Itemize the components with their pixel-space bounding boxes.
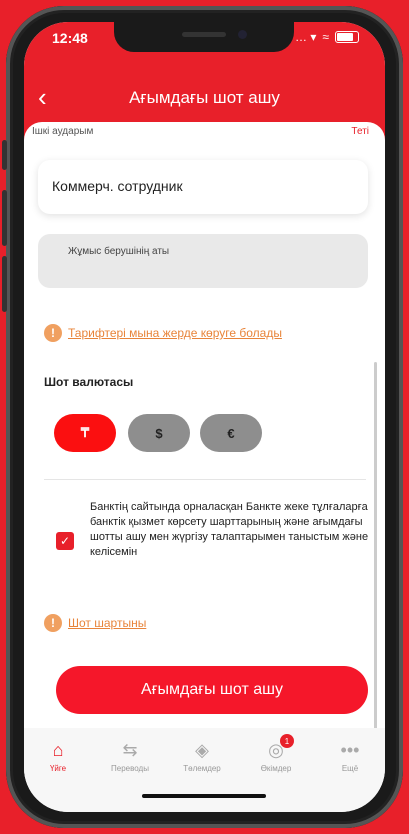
info-icon: ! [44, 324, 62, 342]
tab-more[interactable]: ••• Ещё [320, 738, 380, 773]
currency-dollar-button[interactable]: $ [128, 414, 190, 452]
top-row-left-label: Ішкі аударым [32, 126, 94, 137]
currency-label: Шот валютасы [44, 375, 134, 389]
tab-bar: ⌂ Үйге ⇆ Переводы ◈ Төлемдер ◎ Өкімдер 1… [24, 728, 385, 812]
notch [114, 22, 294, 52]
tariff-link[interactable]: Тарифтері мына жерде көруге болады [68, 326, 282, 340]
phone-screen: 12:48 … ▾ ≈ ‹ Ағымдағы шот ашу Ішкі ауда… [24, 22, 385, 812]
tab-home[interactable]: ⌂ Үйге [28, 738, 88, 773]
home-icon: ⌂ [52, 740, 64, 760]
volume-up-button [2, 190, 7, 246]
form-card: Ішкі аударым Теті Коммерч. сотрудник Жұм… [24, 122, 385, 742]
agreement-checkbox[interactable]: ✓ [56, 532, 74, 550]
status-icons: … ▾ ≈ [295, 30, 359, 44]
employer-name-field[interactable]: Жұмыс берушінің аты [38, 234, 368, 288]
signal-icon: … ▾ [295, 30, 317, 44]
top-row: Ішкі аударым Теті [32, 126, 369, 137]
agreement-text: Банктің сайтында орналасқан Банкте жеке … [90, 501, 369, 558]
tab-label: Переводы [111, 764, 149, 773]
transfer-icon: ⇆ [122, 740, 138, 760]
wifi-icon: ≈ [322, 30, 329, 44]
services-icon: ◎ [268, 740, 284, 760]
contract-link-row[interactable]: ! Шот шартыны [44, 614, 146, 632]
currency-tenge-button[interactable]: ₸ [54, 414, 116, 452]
page-title: Ағымдағы шот ашу [129, 88, 280, 107]
status-time: 12:48 [52, 30, 88, 46]
camera-icon [238, 30, 247, 39]
currency-euro-button[interactable]: € [200, 414, 262, 452]
tab-label: Өкімдер [260, 764, 292, 773]
payments-icon: ◈ [195, 740, 209, 760]
battery-icon [335, 31, 359, 43]
info-icon: ! [44, 614, 62, 632]
position-field[interactable]: Коммерч. сотрудник [38, 160, 368, 214]
employer-name-placeholder: Жұмыс берушінің аты [68, 246, 170, 257]
volume-down-button [2, 256, 7, 312]
position-value: Коммерч. сотрудник [52, 178, 183, 194]
more-icon: ••• [340, 740, 360, 760]
tab-label: Төлемдер [183, 764, 221, 773]
tariff-link-row[interactable]: ! Тарифтері мына жерде көруге болады [44, 324, 282, 342]
tab-services[interactable]: ◎ Өкімдер 1 [246, 734, 306, 773]
scrollbar[interactable] [374, 362, 377, 742]
contract-link[interactable]: Шот шартыны [68, 616, 146, 630]
open-account-button[interactable]: Ағымдағы шот ашу [56, 666, 368, 714]
top-row-right-link[interactable]: Теті [351, 126, 369, 137]
tab-label: Үйге [49, 764, 67, 773]
divider [44, 479, 366, 480]
notification-badge: 1 [280, 734, 294, 748]
tab-payments[interactable]: ◈ Төлемдер [172, 738, 232, 773]
home-indicator [142, 794, 266, 798]
speaker [182, 32, 226, 37]
mute-switch [2, 140, 7, 170]
tab-transfers[interactable]: ⇆ Переводы [100, 738, 160, 773]
tab-label: Ещё [341, 764, 359, 773]
